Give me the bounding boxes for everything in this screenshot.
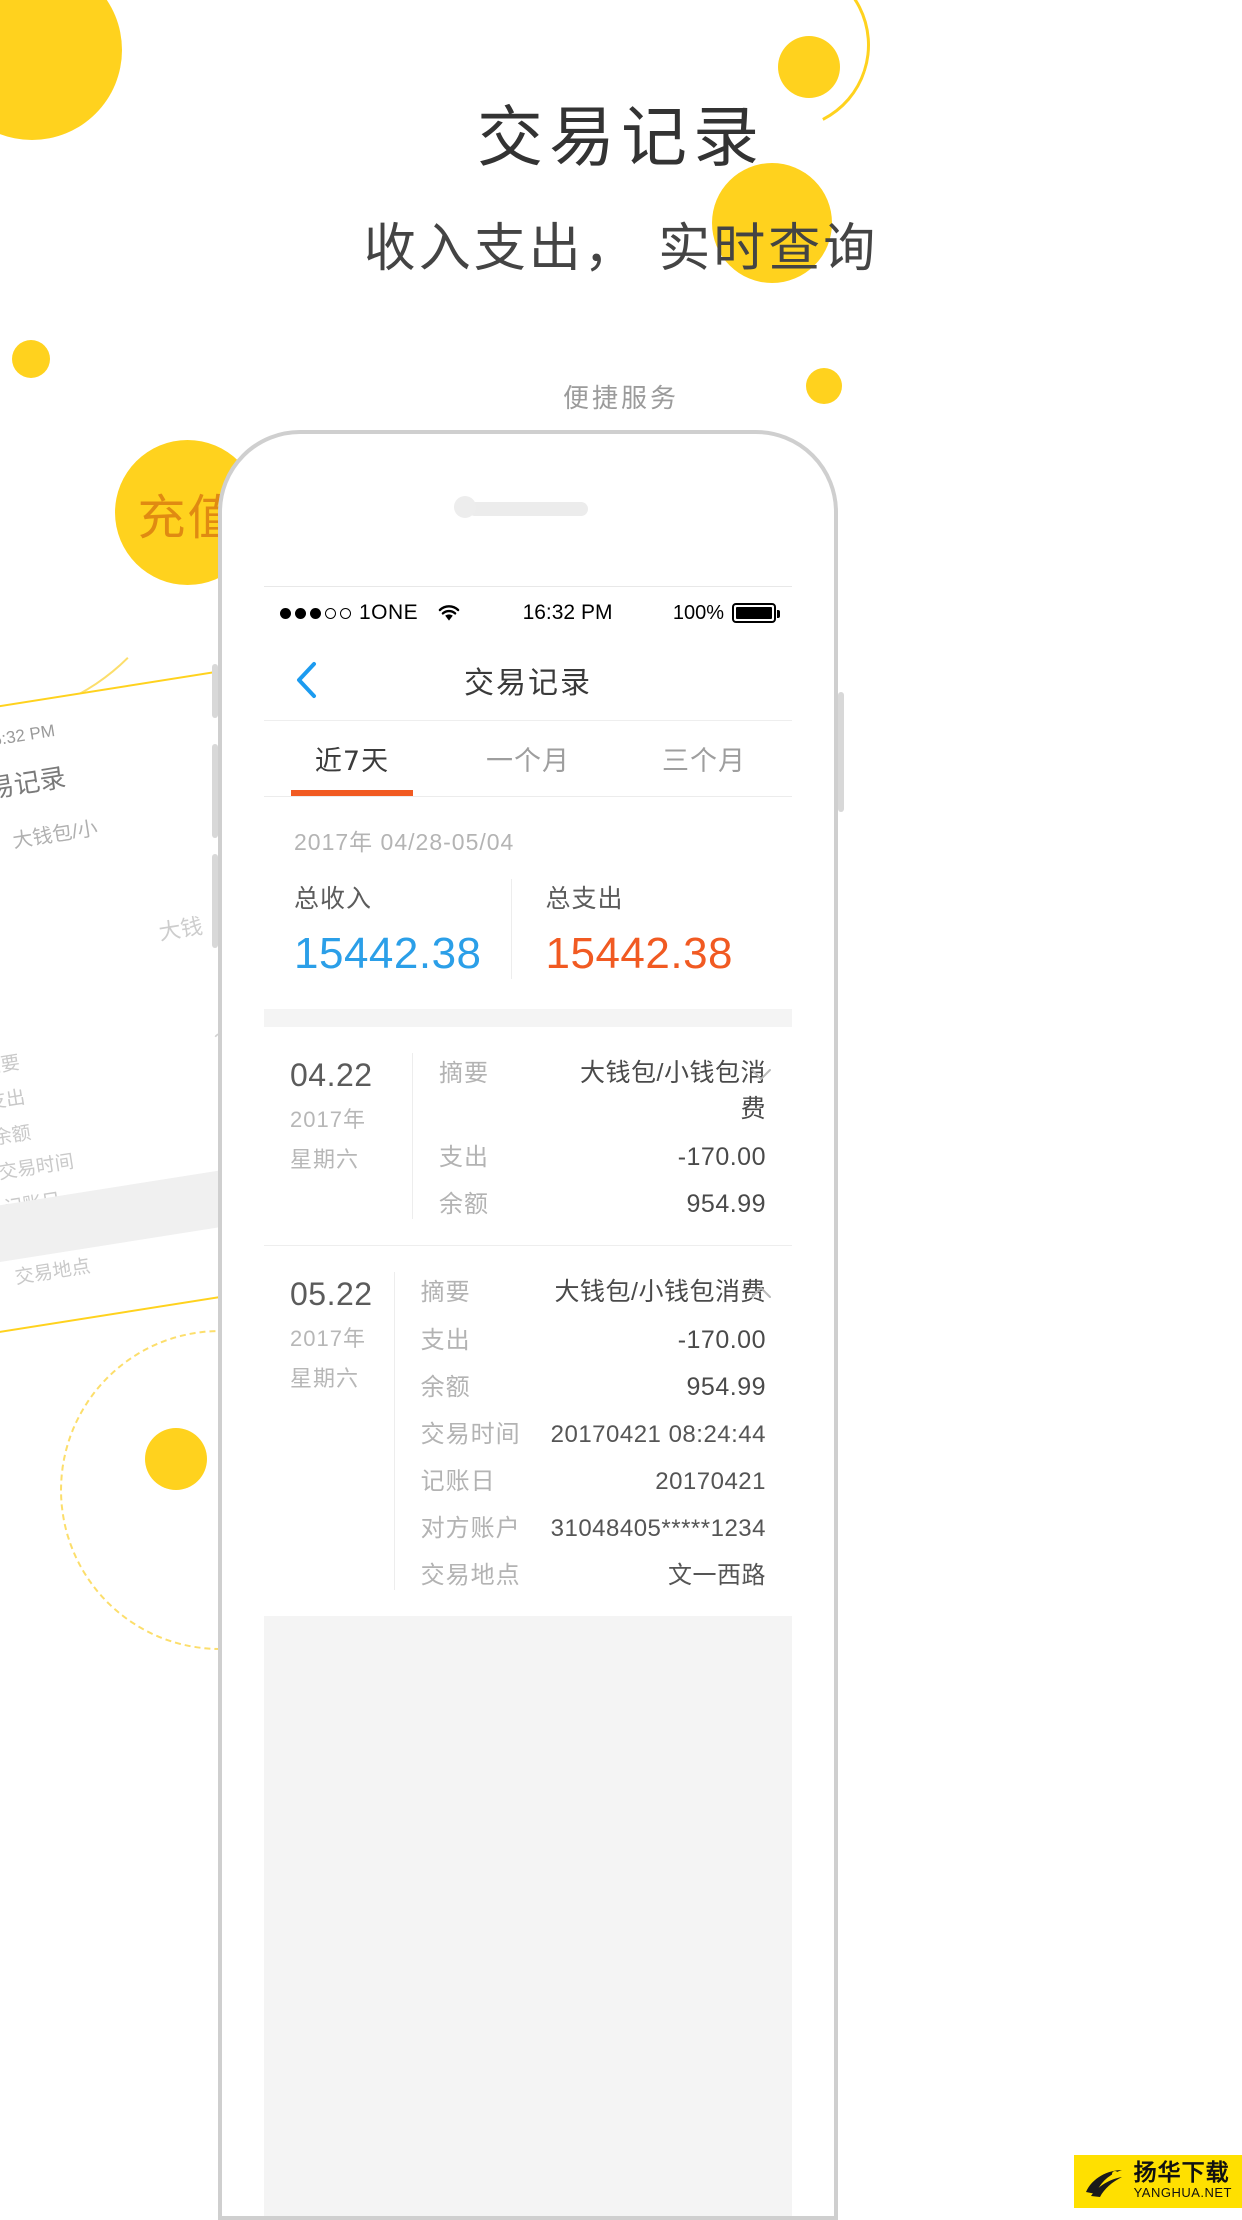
summary-expense-value: 15442.38 [545,929,734,978]
ghost-extra-text-1: 大钱 [156,913,205,945]
nav-bar: 交易记录 [264,639,792,721]
phone-mockup: 1ONE 16:32 PM 100% 交易记录 近7天 一个月 三个月 2017… [212,430,844,2220]
list-item: 对方账户 31048405*****1234 [421,1508,766,1543]
summary-expense-label: 总支出 [545,885,624,913]
list-item: 摘要 大钱包/小钱包消费 [439,1053,766,1125]
battery-icon [732,603,780,623]
list-item: 记账日 20170421 [421,1461,766,1496]
summary-panel: 2017年 04/28-05/04 总收入 15442.38 总支出 15442… [264,797,792,1009]
expand-toggle[interactable] [748,1061,774,1087]
wifi-icon [436,604,462,622]
field-label: 余额 [439,1191,489,1218]
transaction-day: 04.22 [290,1057,373,1093]
status-bar: 1ONE 16:32 PM 100% [264,587,792,639]
power-button[interactable] [838,692,844,812]
list-item: 交易地点 文一西路 [421,1555,766,1590]
summary-income-value: 15442.38 [294,929,482,978]
field-label: 余额 [420,1374,471,1401]
summary-date-range: 2017年 04/28-05/04 [294,829,515,855]
transaction-date: 04.22 2017年 星期六 [290,1053,412,1219]
field-label: 交易时间 [420,1421,521,1448]
field-value: 31048405*****1234 [550,1515,766,1542]
volume-up-button[interactable] [212,744,218,838]
volume-down-button[interactable] [212,854,218,948]
field-value: 大钱包/小钱包消费 [580,1059,766,1123]
chevron-up-icon [748,1280,774,1306]
decor-circle-bottom-small [145,1428,207,1490]
front-camera [454,496,476,518]
transaction-weekday: 星期六 [290,1366,360,1391]
transaction-fields: 摘要 大钱包/小钱包消费 支出 -170.00 余额 954.99 交易时间 2… [393,1272,766,1590]
tab-one-month[interactable]: 一个月 [440,721,616,796]
tab-bar: 近7天 一个月 三个月 [264,721,792,797]
back-button[interactable] [286,660,326,700]
field-label: 摘要 [439,1060,489,1087]
field-label: 摘要 [420,1279,471,1306]
transaction-fields: 摘要 大钱包/小钱包消费 支出 -170.00 余额 954.99 [412,1053,766,1219]
chevron-left-icon [295,661,317,699]
watermark-cn-label: 扬华下载 [1133,2160,1230,2187]
list-item: 交易时间 20170421 08:24:44 [421,1414,766,1449]
list-empty-area [264,1616,792,2216]
chevron-down-icon [748,1061,774,1087]
earpiece-speaker [468,502,588,516]
list-item: 余额 954.99 [421,1367,766,1402]
field-value: -170.00 [677,1326,766,1354]
summary-expense: 总支出 15442.38 [510,879,763,979]
transaction-day: 05.22 [290,1276,373,1312]
field-value: 20170421 [655,1468,766,1495]
section-caption: 便捷服务 [562,384,679,414]
summary-income-label: 总收入 [294,885,373,913]
watermark: 扬华下载 YANGHUA.NET [1073,2155,1242,2208]
transaction-year: 2017年 [290,1326,366,1351]
summary-income: 总收入 15442.38 [294,879,511,979]
list-item: 摘要 大钱包/小钱包消费 [421,1272,766,1308]
field-label: 支出 [420,1327,471,1354]
watermark-logo-icon [1082,2162,1126,2202]
field-value: 954.99 [686,1373,766,1401]
field-label: 对方账户 [420,1515,521,1542]
field-value: -170.00 [677,1143,766,1171]
collapse-toggle[interactable] [748,1280,774,1306]
phone-screen: 1ONE 16:32 PM 100% 交易记录 近7天 一个月 三个月 2017… [264,586,792,2216]
field-value: 954.99 [686,1190,766,1218]
transaction-date: 05.22 2017年 星期六 [290,1272,394,1590]
transaction-weekday: 星期六 [290,1147,360,1172]
field-value: 大钱包/小钱包消费 [554,1278,766,1306]
page-title: 交易记录 [477,99,765,176]
field-label: 交易地点 [420,1562,521,1589]
carrier-label: 1ONE [359,601,419,624]
tab-three-months[interactable]: 三个月 [616,721,792,796]
field-label: 支出 [439,1144,489,1171]
page-subtitle: 收入支出， 实时查询 [363,219,879,279]
watermark-en-label: YANGHUA.NET [1133,2185,1232,2201]
table-row[interactable]: 05.22 2017年 星期六 摘要 大钱包/小钱包消费 支出 -170.00 … [264,1245,792,1616]
poster-headings: 交易记录 收入支出， 实时查询 [0,0,1242,281]
list-item: 余额 954.99 [439,1184,766,1219]
status-time: 16:32 PM [522,601,613,624]
signal-strength-icon [280,607,351,619]
field-label: 记账日 [420,1468,496,1495]
nav-title: 交易记录 [464,665,592,701]
field-value: 文一西路 [668,1562,766,1589]
list-item: 支出 -170.00 [421,1320,766,1355]
tab-last-7-days[interactable]: 近7天 [264,721,440,796]
battery-percent-label: 100% [672,601,724,624]
field-value: 20170421 08:24:44 [550,1421,766,1448]
transaction-year: 2017年 [290,1107,366,1132]
list-item: 支出 -170.00 [439,1137,766,1172]
section-divider [264,1009,792,1027]
table-row[interactable]: 04.22 2017年 星期六 摘要 大钱包/小钱包消费 支出 -170.00 … [264,1027,792,1245]
